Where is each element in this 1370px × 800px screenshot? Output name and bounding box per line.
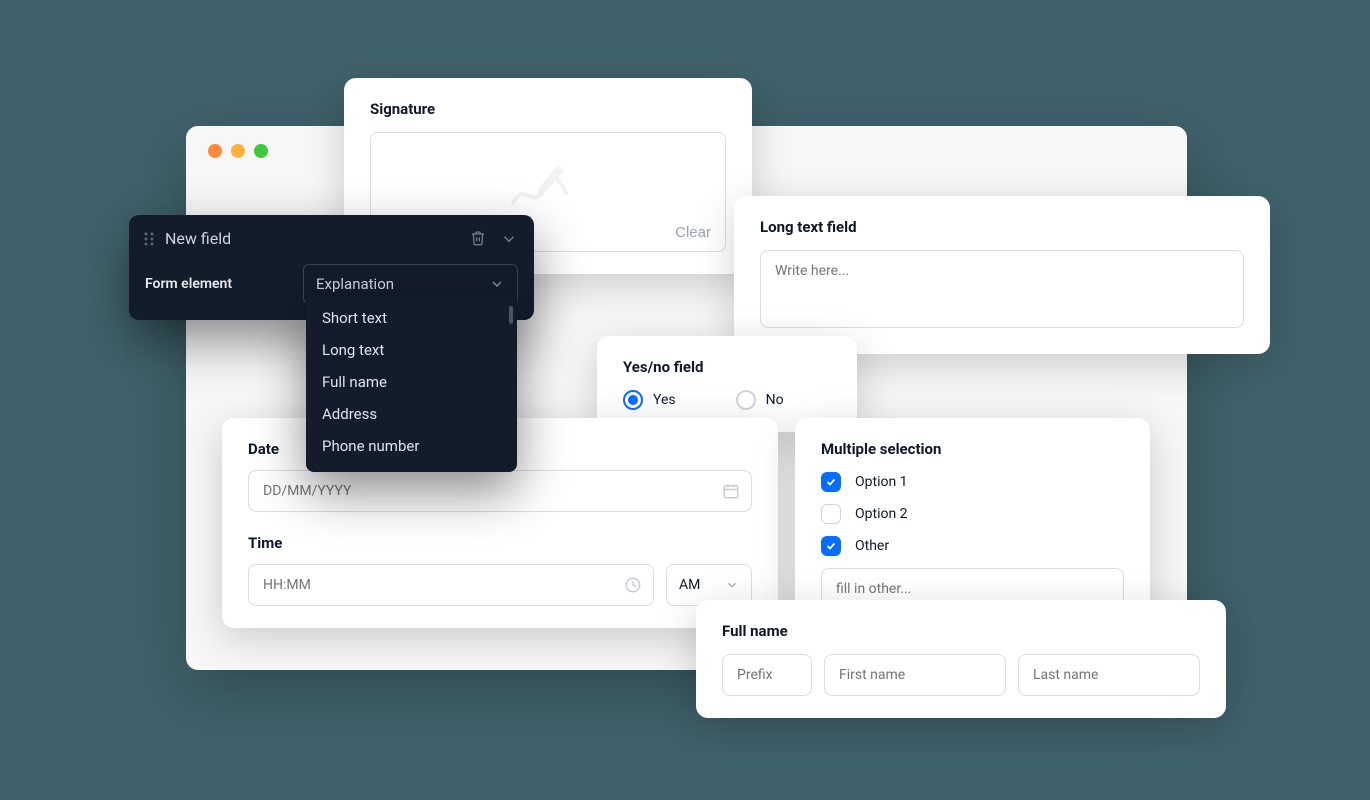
- checkbox-label: Other: [855, 538, 889, 554]
- signature-icon: [508, 161, 588, 211]
- chevron-down-icon: [725, 578, 739, 592]
- multi-title: Multiple selection: [821, 440, 1124, 458]
- radio-no[interactable]: No: [736, 390, 784, 410]
- dropdown-option[interactable]: Full name: [306, 366, 517, 398]
- checkbox-icon: [821, 472, 841, 492]
- prefix-input[interactable]: [722, 654, 812, 696]
- form-element-dropdown: Short text Long text Full name Address P…: [306, 296, 517, 472]
- full-name-card: Full name: [696, 600, 1226, 718]
- checkbox-option-2[interactable]: Option 2: [821, 504, 1124, 524]
- time-label: Time: [248, 534, 752, 552]
- long-text-title: Long text field: [760, 218, 1244, 236]
- clock-icon[interactable]: [624, 576, 642, 594]
- radio-icon: [623, 390, 643, 410]
- dropdown-option[interactable]: Phone number: [306, 430, 517, 462]
- long-text-card: Long text field: [734, 196, 1270, 354]
- time-input[interactable]: [248, 564, 654, 606]
- form-element-label: Form element: [145, 276, 285, 292]
- dropdown-option[interactable]: Short text: [306, 302, 517, 334]
- yesno-title: Yes/no field: [623, 358, 831, 376]
- window-controls: [208, 144, 268, 158]
- long-text-input[interactable]: [760, 250, 1244, 328]
- checkbox-option-1[interactable]: Option 1: [821, 472, 1124, 492]
- first-name-input[interactable]: [824, 654, 1006, 696]
- form-element-selected: Explanation: [316, 275, 394, 293]
- dropdown-option[interactable]: Long text: [306, 334, 517, 366]
- trash-icon[interactable]: [470, 230, 486, 248]
- checkbox-icon: [821, 536, 841, 556]
- scrollbar-thumb[interactable]: [509, 306, 513, 324]
- signature-title: Signature: [370, 100, 726, 118]
- radio-yes[interactable]: Yes: [623, 390, 676, 410]
- new-field-title: New field: [165, 229, 470, 248]
- window-maximize-icon[interactable]: [254, 144, 268, 158]
- ampm-value: AM: [679, 577, 700, 593]
- signature-clear-button[interactable]: Clear: [675, 224, 711, 241]
- checkbox-other[interactable]: Other: [821, 536, 1124, 556]
- fullname-title: Full name: [722, 622, 1200, 640]
- radio-no-label: No: [766, 392, 784, 408]
- checkbox-label: Option 2: [855, 506, 908, 522]
- drag-handle-icon[interactable]: [143, 231, 155, 247]
- chevron-down-icon[interactable]: [500, 230, 518, 248]
- window-close-icon[interactable]: [208, 144, 222, 158]
- calendar-icon[interactable]: [722, 482, 740, 500]
- dropdown-option[interactable]: Address: [306, 398, 517, 430]
- chevron-down-icon: [489, 276, 505, 292]
- checkbox-label: Option 1: [855, 474, 908, 490]
- radio-icon: [736, 390, 756, 410]
- window-minimize-icon[interactable]: [231, 144, 245, 158]
- radio-yes-label: Yes: [653, 392, 676, 408]
- date-input[interactable]: [248, 470, 752, 512]
- last-name-input[interactable]: [1018, 654, 1200, 696]
- checkbox-icon: [821, 504, 841, 524]
